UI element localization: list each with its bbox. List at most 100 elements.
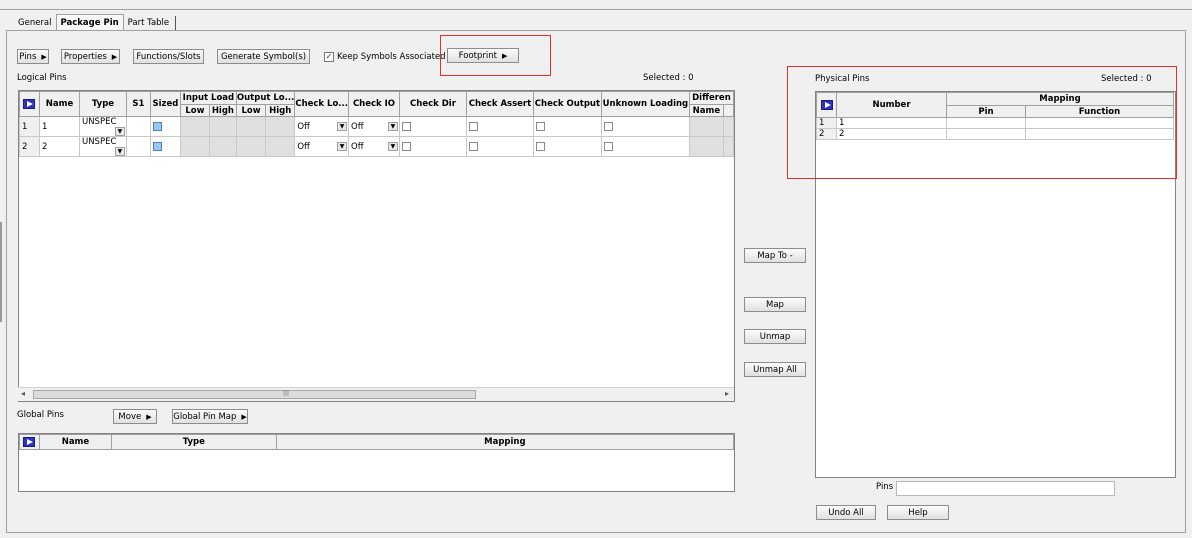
pins-input[interactable]: [896, 481, 1115, 496]
col-check-output[interactable]: Check Output: [532, 91, 602, 117]
functions-slots-button[interactable]: Functions/Slots: [133, 49, 204, 64]
col-diff-name[interactable]: Name: [688, 104, 724, 117]
col-global-mapping[interactable]: Mapping: [275, 434, 734, 450]
col-name[interactable]: Name: [38, 91, 80, 117]
global-corner-cell[interactable]: [19, 434, 40, 450]
diff-name-cell[interactable]: [688, 136, 724, 157]
tab-package-pin[interactable]: Package Pin: [55, 14, 124, 30]
sized-checkbox[interactable]: [152, 141, 162, 151]
row-number[interactable]: 2: [19, 136, 40, 157]
unknown-loading-cell[interactable]: [600, 136, 690, 157]
check-io-cell[interactable]: Off ▼: [348, 136, 400, 157]
output-high-cell[interactable]: [265, 116, 296, 137]
output-high-cell[interactable]: [265, 136, 296, 157]
unknown-loading-checkbox[interactable]: [603, 121, 613, 131]
check-dir-checkbox[interactable]: [401, 141, 411, 151]
col-sized[interactable]: Sized: [149, 91, 181, 117]
properties-menu-button[interactable]: Properties ▶: [61, 49, 120, 64]
col-output-load[interactable]: Output Lo...: [235, 91, 296, 105]
logical-horizontal-scrollbar[interactable]: ◂ ||| ▸: [18, 387, 734, 401]
dropdown-icon[interactable]: ▼: [114, 127, 125, 136]
unknown-loading-checkbox[interactable]: [603, 141, 613, 151]
help-button[interactable]: Help: [887, 505, 949, 520]
col-input-low[interactable]: Low: [179, 104, 210, 117]
check-assert-checkbox[interactable]: [468, 141, 478, 151]
col-check-assert[interactable]: Check Assert: [465, 91, 534, 117]
s1-cell[interactable]: [125, 116, 151, 137]
sized-cell[interactable]: [149, 116, 181, 137]
col-check-dir[interactable]: Check Dir: [398, 91, 467, 117]
input-high-cell[interactable]: [208, 116, 237, 137]
diff-extra-cell[interactable]: [722, 136, 734, 157]
col-s1[interactable]: S1: [125, 91, 151, 117]
diff-name-cell[interactable]: [688, 116, 724, 137]
sized-cell[interactable]: [149, 136, 181, 157]
check-output-cell[interactable]: [532, 116, 602, 137]
keep-symbols-checkbox[interactable]: ✓: [324, 52, 334, 62]
pin-name-cell[interactable]: 2: [38, 136, 80, 157]
col-global-type[interactable]: Type: [110, 434, 277, 450]
check-io-value: Off: [351, 121, 364, 132]
col-output-high[interactable]: High: [265, 104, 296, 117]
properties-label: Properties: [63, 51, 107, 62]
check-dir-checkbox[interactable]: [401, 121, 411, 131]
tab-general[interactable]: General: [14, 16, 56, 31]
diff-extra-cell[interactable]: [722, 116, 734, 137]
col-diff-extra[interactable]: [722, 104, 734, 117]
col-output-low[interactable]: Low: [235, 104, 267, 117]
unmap-all-button[interactable]: Unmap All: [744, 362, 806, 377]
pin-name-cell[interactable]: 1: [38, 116, 80, 137]
check-assert-checkbox[interactable]: [468, 121, 478, 131]
input-low-cell[interactable]: [179, 116, 210, 137]
dropdown-icon[interactable]: ▼: [114, 147, 125, 156]
col-check-lo[interactable]: Check Lo...: [294, 91, 349, 117]
move-menu-button[interactable]: Move ▶: [113, 409, 157, 424]
check-output-checkbox[interactable]: [535, 121, 545, 131]
unknown-loading-cell[interactable]: [600, 116, 690, 137]
check-io-cell[interactable]: Off ▼: [348, 116, 400, 137]
dropdown-icon[interactable]: ▼: [387, 121, 398, 131]
map-to-button[interactable]: Map To -: [744, 248, 806, 263]
dropdown-icon[interactable]: ▼: [387, 141, 398, 151]
dropdown-icon[interactable]: ▼: [337, 141, 347, 151]
input-low-cell[interactable]: [179, 136, 210, 157]
row-number[interactable]: 1: [19, 116, 40, 137]
generate-symbols-button[interactable]: Generate Symbol(s): [217, 49, 310, 64]
sized-checkbox[interactable]: [152, 121, 162, 131]
col-input-load[interactable]: Input Load: [179, 91, 237, 105]
check-lo-cell[interactable]: Off ▼: [294, 136, 349, 157]
col-type[interactable]: Type: [78, 91, 127, 117]
output-low-cell[interactable]: [235, 136, 267, 157]
unmap-button[interactable]: Unmap: [744, 329, 806, 344]
check-lo-cell[interactable]: Off ▼: [294, 116, 349, 137]
scrollbar-thumb[interactable]: [33, 390, 476, 399]
pin-type-cell[interactable]: UNSPEC ▼: [78, 116, 127, 137]
scroll-right-icon[interactable]: ▸: [725, 389, 729, 398]
global-pin-map-button[interactable]: Global Pin Map ▶: [172, 409, 248, 424]
check-assert-cell[interactable]: [465, 136, 534, 157]
col-input-high[interactable]: High: [208, 104, 237, 117]
logical-pins-title: Logical Pins: [17, 73, 67, 83]
table-row[interactable]: 1 1 UNSPEC ▼ Off ▼ Off ▼: [19, 116, 734, 137]
col-check-io[interactable]: Check IO: [348, 91, 400, 117]
tab-part-table[interactable]: Part Table: [124, 16, 173, 31]
table-row[interactable]: 2 2 UNSPEC ▼ Off ▼ Off ▼: [19, 136, 734, 157]
col-differential[interactable]: Differen: [688, 91, 734, 105]
pin-type-cell[interactable]: UNSPEC ▼: [78, 136, 127, 157]
check-dir-cell[interactable]: [398, 116, 467, 137]
scroll-left-icon[interactable]: ◂: [21, 389, 25, 398]
undo-all-button[interactable]: Undo All: [816, 505, 876, 520]
check-output-checkbox[interactable]: [535, 141, 545, 151]
output-low-cell[interactable]: [235, 116, 267, 137]
s1-cell[interactable]: [125, 136, 151, 157]
pins-menu-button[interactable]: Pins ▶: [17, 49, 49, 64]
col-global-name[interactable]: Name: [38, 434, 112, 450]
check-dir-cell[interactable]: [398, 136, 467, 157]
check-output-cell[interactable]: [532, 136, 602, 157]
input-high-cell[interactable]: [208, 136, 237, 157]
logical-corner-cell[interactable]: [19, 91, 40, 117]
dropdown-icon[interactable]: ▼: [337, 121, 347, 131]
map-button[interactable]: Map: [744, 297, 806, 312]
col-unknown-loading[interactable]: Unknown Loading: [600, 91, 690, 117]
check-assert-cell[interactable]: [465, 116, 534, 137]
